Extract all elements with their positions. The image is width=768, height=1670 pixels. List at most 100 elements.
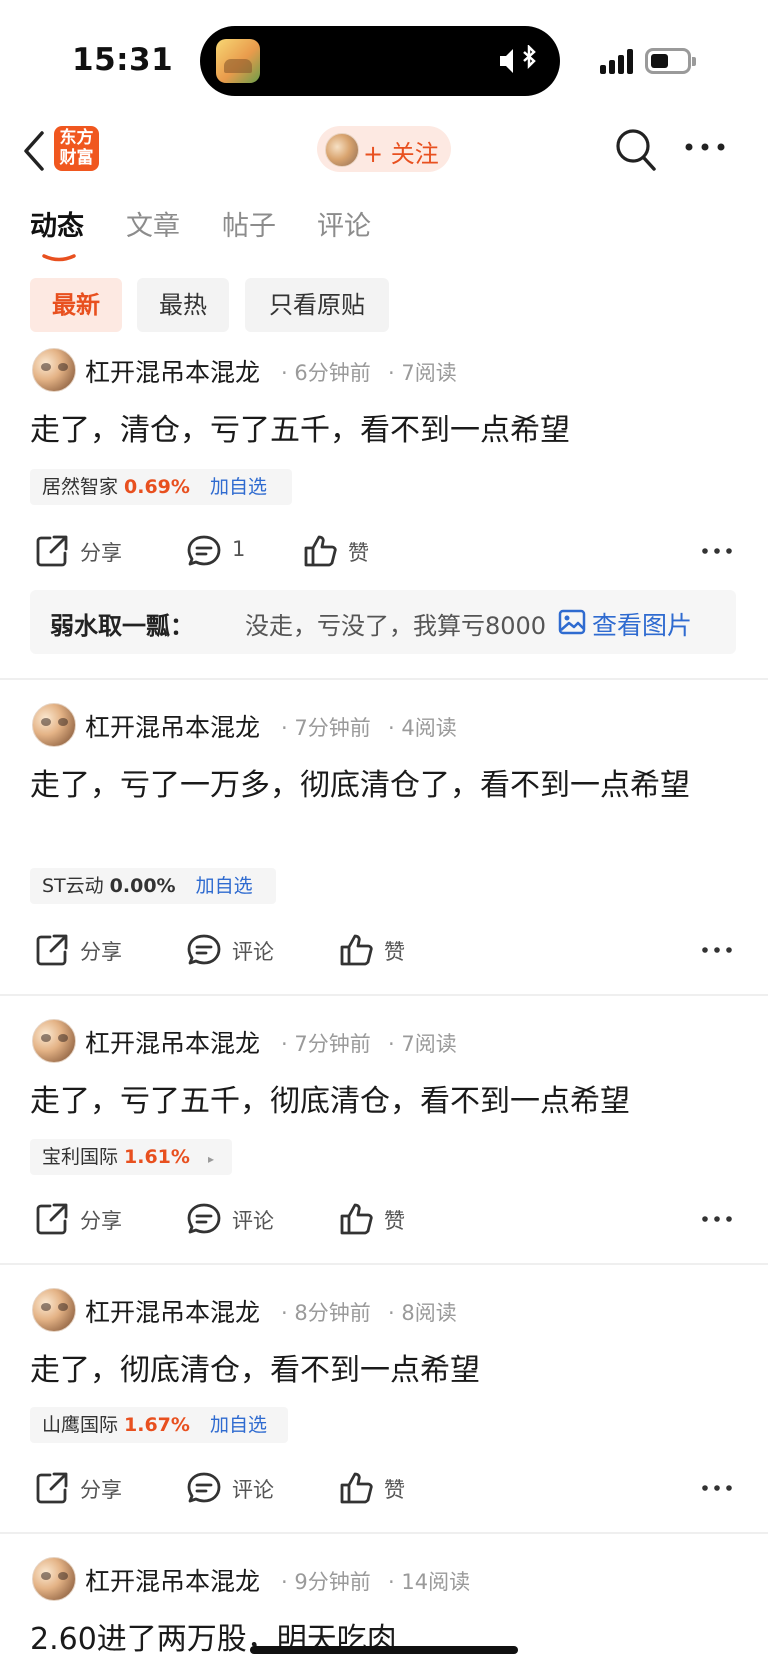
post-actions: 分享 1 赞: [0, 529, 768, 573]
avatar[interactable]: [32, 1288, 76, 1332]
add-to-watchlist-button[interactable]: 加自选: [196, 875, 253, 897]
like-button[interactable]: 赞: [338, 1197, 418, 1241]
post-more-icon[interactable]: [700, 529, 734, 573]
reply-preview[interactable]: 弱水取一瓢： 没走，亏没了，我算亏8000 查看图片: [30, 590, 736, 654]
tab-articles[interactable]: 文章: [126, 204, 180, 243]
stock-tag[interactable]: 山鹰国际 1.67% 加自选: [30, 1407, 288, 1443]
read-count: · 8阅读: [388, 1301, 457, 1325]
post-time: · 9分钟前: [281, 1570, 371, 1594]
home-indicator[interactable]: [250, 1646, 518, 1654]
read-count: · 14阅读: [388, 1570, 471, 1594]
share-button[interactable]: 分享: [34, 928, 134, 972]
share-icon: [36, 1203, 68, 1235]
share-button[interactable]: 分享: [34, 529, 134, 573]
stock-tag[interactable]: ST云动 0.00% 加自选: [30, 868, 276, 904]
filter-original-only[interactable]: 只看原贴: [245, 278, 389, 332]
post-more-icon[interactable]: [700, 1197, 734, 1241]
more-options-icon[interactable]: [682, 132, 728, 162]
stock-name: 居然智家: [42, 476, 119, 498]
comment-label: 评论: [232, 1478, 274, 1502]
stock-arrow-icon[interactable]: ▸: [208, 1152, 214, 1166]
follow-label: + 关注: [363, 140, 439, 168]
post-card: 杠开混吊本混龙 · 6分钟前 · 7阅读 走了，清仓，亏了五千，看不到一点希望 …: [0, 345, 768, 680]
mute-bluetooth-icon: [498, 43, 538, 77]
thumbs-up-icon: [304, 535, 337, 567]
post-content[interactable]: 走了，亏了一万多，彻底清仓了，看不到一点希望: [30, 764, 730, 808]
post-content[interactable]: 走了，清仓，亏了五千，看不到一点希望: [30, 409, 730, 453]
stock-change: 1.61%: [124, 1146, 190, 1168]
time-text: 9分钟前: [294, 1570, 371, 1594]
status-bar: 15:31: [0, 0, 768, 120]
author-name[interactable]: 杠开混吊本混龙: [85, 708, 260, 744]
nav-bar: 东方财富 + 关注: [0, 118, 768, 182]
share-icon: [36, 535, 68, 567]
back-icon[interactable]: [16, 126, 50, 176]
avatar[interactable]: [32, 1557, 76, 1601]
like-button[interactable]: 赞: [302, 529, 382, 573]
author-name[interactable]: 杠开混吊本混龙: [85, 1562, 260, 1598]
comment-icon: [187, 1472, 221, 1503]
tab-comments[interactable]: 评论: [317, 204, 371, 243]
add-to-watchlist-button[interactable]: 加自选: [210, 1414, 267, 1436]
stock-tag[interactable]: 宝利国际 1.61% ▸: [30, 1139, 232, 1175]
read-count: · 4阅读: [388, 716, 457, 740]
time-text: 8分钟前: [294, 1301, 371, 1325]
divider: [0, 1532, 768, 1534]
like-button[interactable]: 赞: [338, 928, 418, 972]
add-to-watchlist-button[interactable]: 加自选: [210, 476, 267, 498]
search-icon[interactable]: [615, 128, 657, 172]
read-count: · 7阅读: [388, 361, 457, 385]
view-image-label: 查看图片: [592, 611, 693, 640]
read-count: · 7阅读: [388, 1032, 457, 1056]
post-time: · 7分钟前: [281, 716, 371, 740]
image-icon: [558, 609, 586, 635]
share-icon: [36, 1472, 68, 1504]
reads-text: 4阅读: [401, 716, 457, 740]
share-label: 分享: [80, 541, 122, 565]
follow-button[interactable]: + 关注: [317, 126, 451, 172]
stock-change: 0.69%: [124, 476, 190, 498]
comment-button[interactable]: 评论: [186, 1197, 286, 1241]
post-actions: 分享 评论 赞: [0, 1466, 768, 1510]
comment-label: 评论: [232, 940, 274, 964]
post-content[interactable]: 走了，彻底清仓，看不到一点希望: [30, 1349, 730, 1393]
author-name[interactable]: 杠开混吊本混龙: [85, 1024, 260, 1060]
like-label: 赞: [384, 1209, 405, 1233]
comment-button[interactable]: 评论: [186, 928, 286, 972]
now-playing-app-icon: [216, 39, 260, 83]
post-more-icon[interactable]: [700, 1466, 734, 1510]
avatar[interactable]: [32, 1019, 76, 1063]
comment-button[interactable]: 1: [186, 529, 256, 573]
time-text: 6分钟前: [294, 361, 371, 385]
stock-change: 0.00%: [109, 875, 176, 897]
stock-name: 山鹰国际: [42, 1414, 119, 1436]
author-name[interactable]: 杠开混吊本混龙: [85, 353, 260, 389]
tab-dynamic[interactable]: 动态: [30, 204, 84, 243]
post-more-icon[interactable]: [700, 928, 734, 972]
like-label: 赞: [348, 541, 369, 565]
reads-text: 8阅读: [401, 1301, 457, 1325]
filter-latest[interactable]: 最新: [30, 278, 122, 332]
stock-tag[interactable]: 居然智家 0.69% 加自选: [30, 469, 292, 505]
like-label: 赞: [384, 940, 405, 964]
cellular-signal-icon: [600, 48, 636, 74]
app-logo[interactable]: 东方财富: [54, 126, 99, 171]
filter-hot[interactable]: 最热: [137, 278, 229, 332]
avatar[interactable]: [32, 703, 76, 747]
thumbs-up-icon: [340, 1472, 373, 1504]
tab-posts[interactable]: 帖子: [222, 204, 276, 243]
comment-count: 1: [232, 537, 246, 561]
like-button[interactable]: 赞: [338, 1466, 418, 1510]
comment-button[interactable]: 评论: [186, 1466, 286, 1510]
avatar[interactable]: [32, 348, 76, 392]
comment-icon: [187, 1203, 221, 1234]
stock-name: ST云动: [42, 875, 104, 897]
time-text: 7分钟前: [294, 1032, 371, 1056]
post-content[interactable]: 2.60进了两万股，明天吃肉: [30, 1618, 730, 1662]
thumbs-up-icon: [340, 1203, 373, 1235]
post-card: 杠开混吊本混龙 · 7分钟前 · 4阅读 走了，亏了一万多，彻底清仓了，看不到一…: [0, 700, 768, 990]
author-name[interactable]: 杠开混吊本混龙: [85, 1293, 260, 1329]
share-button[interactable]: 分享: [34, 1197, 134, 1241]
post-content[interactable]: 走了，亏了五千，彻底清仓，看不到一点希望: [30, 1080, 730, 1124]
share-button[interactable]: 分享: [34, 1466, 134, 1510]
